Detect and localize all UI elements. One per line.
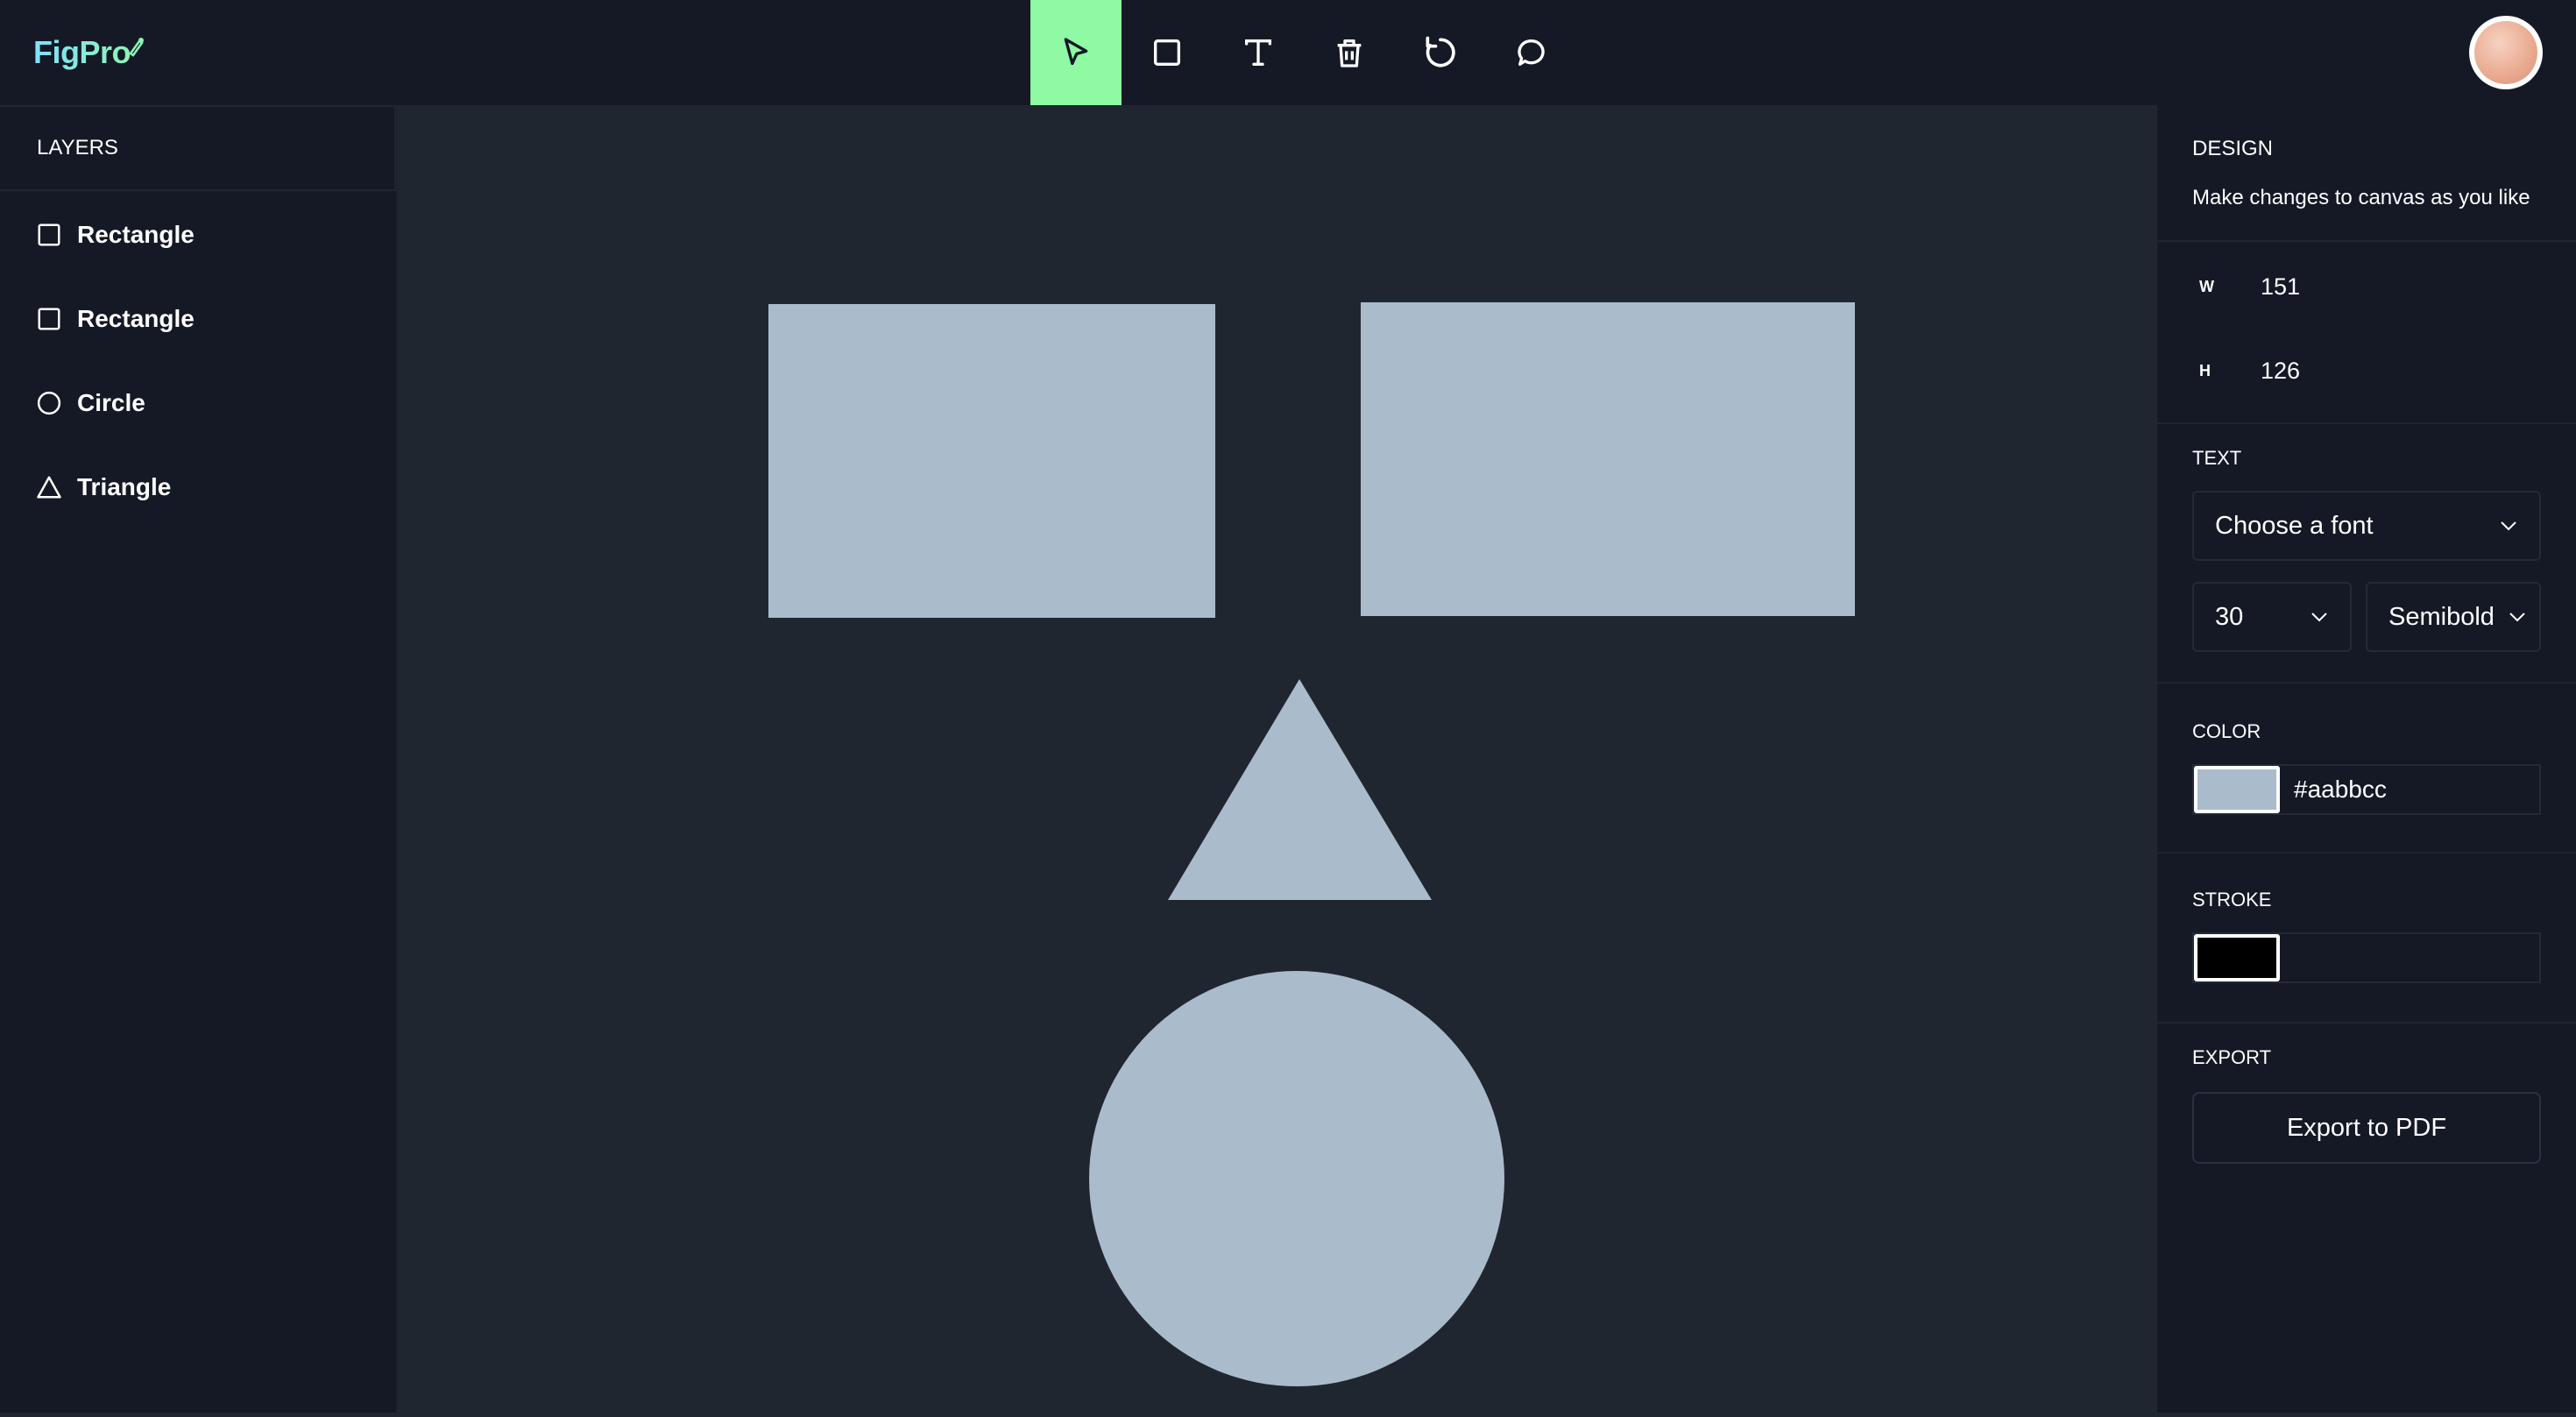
stroke-title: STROKE <box>2192 889 2272 910</box>
chevron-down-icon <box>2509 613 2525 622</box>
color-section: COLOR #aabbcc <box>2157 684 2576 854</box>
reset-tool-button[interactable] <box>1395 0 1486 105</box>
layer-item-triangle[interactable]: Triangle <box>0 445 396 529</box>
user-avatar[interactable] <box>2469 16 2543 89</box>
select-tool-button[interactable] <box>1030 0 1122 105</box>
canvas-rectangle-1[interactable] <box>768 304 1215 618</box>
fill-color-input[interactable]: #aabbcc <box>2192 764 2541 815</box>
height-row: H 126 <box>2192 358 2300 385</box>
trash-icon <box>1337 39 1362 67</box>
triangle-icon <box>35 473 63 501</box>
font-weight-select[interactable]: Semibold <box>2366 582 2541 652</box>
layers-title: LAYERS <box>0 105 396 191</box>
circle-icon <box>35 389 63 417</box>
top-navbar: FigPro <box>0 0 2576 105</box>
cursor-icon <box>1064 38 1088 66</box>
chevron-down-icon <box>2311 613 2327 622</box>
text-tool-button[interactable] <box>1213 0 1304 105</box>
font-size-value: 30 <box>2215 602 2244 631</box>
width-label: W <box>2199 278 2214 295</box>
text-icon <box>1245 39 1271 67</box>
font-weight-value: Semibold <box>2388 602 2495 631</box>
app-logo: FigPro <box>33 32 145 74</box>
text-section: TEXT Choose a font 30 Semibold <box>2157 424 2576 684</box>
stroke-color-swatch[interactable] <box>2194 934 2280 981</box>
fill-color-value: #aabbcc <box>2294 776 2387 803</box>
pen-icon <box>127 28 145 65</box>
toolbar <box>1030 0 1577 105</box>
width-input[interactable]: 151 <box>2261 273 2300 301</box>
height-label: H <box>2199 362 2211 379</box>
canvas-triangle[interactable] <box>1168 679 1432 900</box>
stroke-color-input[interactable] <box>2192 932 2541 983</box>
width-row: W 151 <box>2192 273 2300 301</box>
text-title: TEXT <box>2192 447 2242 469</box>
layer-item-rectangle-1[interactable]: Rectangle <box>0 193 396 277</box>
layer-item-circle[interactable]: Circle <box>0 361 396 445</box>
font-size-select[interactable]: 30 <box>2192 582 2352 652</box>
canvas-rectangle-2[interactable] <box>1361 302 1855 616</box>
avatar-image <box>2474 21 2537 84</box>
square-icon <box>1154 39 1180 66</box>
canvas-shapes <box>768 302 1855 1386</box>
height-input[interactable]: 126 <box>2261 358 2300 385</box>
color-title: COLOR <box>2192 720 2261 742</box>
font-family-value: Choose a font <box>2215 511 2374 540</box>
layer-label: Rectangle <box>77 305 195 332</box>
square-icon <box>35 221 63 249</box>
drawing-canvas[interactable] <box>398 105 2070 1413</box>
comment-tool-button[interactable] <box>1486 0 1577 105</box>
dimensions-section: W 151 H 126 <box>2157 242 2576 424</box>
layer-label: Circle <box>77 389 145 416</box>
design-subtitle: Make changes to canvas as you like <box>2192 186 2530 209</box>
design-title: DESIGN <box>2192 137 2274 160</box>
app-logo-text: FigPro <box>33 34 131 70</box>
chevron-down-icon <box>2501 521 2516 531</box>
chat-icon <box>1518 39 1545 67</box>
layer-item-rectangle-2[interactable]: Rectangle <box>0 277 396 361</box>
design-section: DESIGN Make changes to canvas as you lik… <box>2157 105 2576 242</box>
layer-label: Triangle <box>77 473 172 500</box>
font-family-select[interactable]: Choose a font <box>2192 491 2541 561</box>
rotate-icon <box>1426 36 1455 67</box>
delete-tool-button[interactable] <box>1304 0 1395 105</box>
stroke-section: STROKE <box>2157 854 2576 1024</box>
layers-panel: LAYERS Rectangle Rectangle Circle Triang… <box>0 105 398 1413</box>
export-title: EXPORT <box>2192 1046 2272 1068</box>
square-icon <box>35 305 63 333</box>
design-panel: DESIGN Make changes to canvas as you lik… <box>2157 105 2576 1413</box>
layer-label: Rectangle <box>77 221 195 248</box>
rectangle-tool-button[interactable] <box>1122 0 1213 105</box>
export-pdf-button[interactable]: Export to PDF <box>2192 1092 2541 1164</box>
canvas-circle[interactable] <box>1089 971 1504 1386</box>
export-section: EXPORT Export to PDF <box>2157 1024 2576 1199</box>
fill-color-swatch[interactable] <box>2194 766 2280 813</box>
